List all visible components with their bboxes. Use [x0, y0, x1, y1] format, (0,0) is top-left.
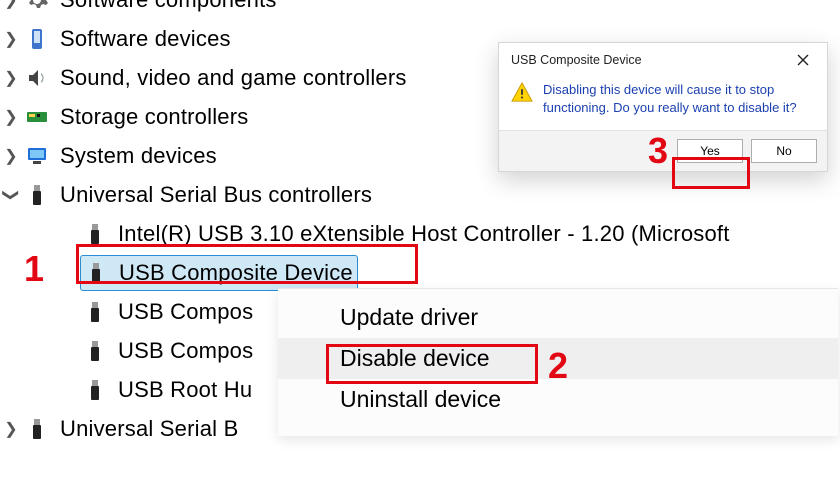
usb-icon	[24, 182, 50, 208]
warning-icon	[511, 81, 533, 103]
annotation-step-2: 2	[548, 345, 568, 387]
chevron-right-icon: ❯	[0, 29, 22, 49]
tree-item-label: Universal Serial B	[60, 416, 238, 442]
yes-button[interactable]: Yes	[677, 139, 743, 163]
chevron-down-icon: ❯	[1, 184, 21, 206]
usb-icon	[82, 299, 108, 325]
annotation-step-3: 3	[648, 130, 668, 172]
tree-item-usb-composite-selected[interactable]: ❯ USB Composite Device	[0, 253, 840, 292]
tree-item-label: Storage controllers	[60, 104, 248, 130]
chevron-right-icon: ❯	[0, 68, 22, 88]
tree-item-label: Software components	[60, 0, 277, 13]
dialog-title: USB Composite Device	[511, 53, 642, 67]
tree-item-usb-controllers[interactable]: ❯ Universal Serial Bus controllers	[0, 175, 840, 214]
chevron-right-icon: ❯	[0, 419, 22, 439]
tree-item-label: USB Root Hu	[118, 377, 252, 403]
tree-item-software-components[interactable]: ❯ Software components	[0, 0, 840, 19]
menu-item-update-driver[interactable]: Update driver	[278, 297, 838, 338]
no-button[interactable]: No	[751, 139, 817, 163]
speaker-icon	[24, 65, 50, 91]
gear-icon	[24, 0, 50, 13]
chevron-right-icon: ❯	[0, 146, 22, 166]
usb-icon	[82, 377, 108, 403]
usb-icon	[82, 338, 108, 364]
tree-item-label: USB Compos	[118, 299, 253, 325]
tree-item-intel-usb[interactable]: ❯ Intel(R) USB 3.10 eXtensible Host Cont…	[0, 214, 840, 253]
tree-item-label: System devices	[60, 143, 217, 169]
chevron-right-icon: ❯	[0, 107, 22, 127]
tree-item-label: Intel(R) USB 3.10 eXtensible Host Contro…	[118, 221, 730, 247]
tree-item-label: USB Composite Device	[119, 260, 353, 286]
computer-icon	[24, 143, 50, 169]
annotation-step-1: 1	[24, 248, 44, 290]
storage-icon	[24, 104, 50, 130]
chevron-right-icon: ❯	[0, 0, 22, 10]
tree-item-label: Sound, video and game controllers	[60, 65, 407, 91]
usb-icon	[83, 260, 109, 286]
close-button[interactable]	[785, 49, 821, 71]
tree-item-label: Software devices	[60, 26, 231, 52]
usb-icon	[82, 221, 108, 247]
tree-item-label: Universal Serial Bus controllers	[60, 182, 372, 208]
device-icon	[24, 26, 50, 52]
close-icon	[797, 54, 809, 66]
usb-icon	[24, 416, 50, 442]
dialog-message: Disabling this device will cause it to s…	[543, 81, 815, 116]
tree-item-label: USB Compos	[118, 338, 253, 364]
